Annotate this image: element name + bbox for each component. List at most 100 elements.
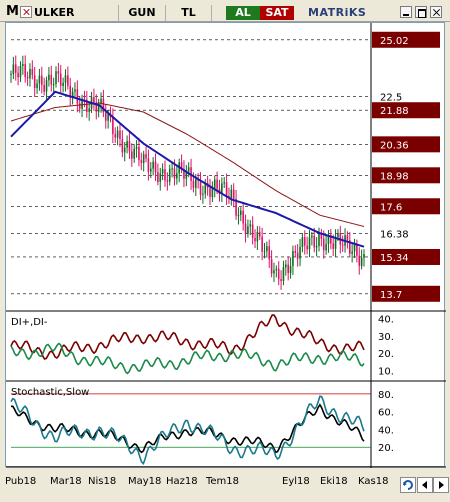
price-level-label: 13.7 xyxy=(380,290,402,301)
ma-long-line xyxy=(10,102,365,227)
candle-body xyxy=(149,168,152,172)
x-axis-label: May18 xyxy=(128,476,161,487)
candle-body xyxy=(311,235,313,238)
candle-body xyxy=(173,168,176,179)
candle-body xyxy=(275,268,278,271)
candle-body xyxy=(294,251,297,253)
candle-body xyxy=(332,243,335,249)
candle-body xyxy=(299,247,301,259)
scroll-left-icon[interactable] xyxy=(417,477,433,493)
x-axis-label: Tem18 xyxy=(205,476,239,487)
buy-button[interactable]: AL xyxy=(226,6,260,20)
di-axis-tick: 40. xyxy=(378,314,394,325)
candle-body xyxy=(62,82,64,86)
candle-body xyxy=(258,231,261,237)
candle-body xyxy=(121,138,124,153)
candle-body xyxy=(123,147,126,153)
chart-frame[interactable]: 25.02 22.5 21.88 20.36 18.98 17.6 16.38 15.34 13… xyxy=(5,22,446,468)
price-level-label: 22.5 xyxy=(380,92,402,103)
moving-average-lines xyxy=(10,90,365,248)
candle-body xyxy=(223,182,226,184)
candle-body xyxy=(211,188,214,198)
currency-selector[interactable]: TL xyxy=(166,5,212,21)
x-axis-label: Pub18 xyxy=(5,476,36,487)
di-axis: 40. 30. 20. 10. xyxy=(378,314,394,377)
candle-body xyxy=(273,270,275,274)
candle-body xyxy=(209,187,211,198)
price-axis: 25.02 22.5 21.88 20.36 18.98 17.6 16.38 15.34 13… xyxy=(372,31,440,302)
candle-body xyxy=(230,189,233,199)
x-axis-label: Nis18 xyxy=(88,476,116,487)
maximize-icon[interactable] xyxy=(415,6,427,18)
candle-body xyxy=(287,264,289,273)
candle-body xyxy=(289,266,292,273)
candle-body xyxy=(292,251,294,267)
di-lines xyxy=(10,314,365,375)
candle-body xyxy=(306,245,308,250)
close-icon[interactable] xyxy=(430,6,442,18)
brand-logo: MATRiKS xyxy=(308,6,367,19)
candle-body xyxy=(78,103,81,109)
candle-body xyxy=(138,146,140,161)
candle-body xyxy=(14,64,17,73)
stochastic-panel-title: Stochastic,Slow xyxy=(11,387,89,398)
candle-body xyxy=(119,130,121,139)
price-level-label: 25.02 xyxy=(380,36,409,47)
candle-body xyxy=(128,141,131,152)
candle-body xyxy=(19,65,22,78)
candle-body xyxy=(232,189,235,199)
candle-body xyxy=(22,64,24,66)
symbol-close-icon[interactable] xyxy=(20,6,32,18)
candle-body xyxy=(237,214,240,216)
scroll-right-icon[interactable] xyxy=(433,477,449,493)
candle-body xyxy=(93,97,95,103)
candle-body xyxy=(161,169,164,174)
candle-body xyxy=(55,71,57,85)
candle-body xyxy=(266,246,268,252)
candle-body xyxy=(318,233,320,246)
refresh-icon[interactable] xyxy=(400,477,416,493)
candle-body xyxy=(213,179,216,189)
chart-toolbar: M ULKER GUN TL AL SAT MATRiKS xyxy=(0,0,450,22)
candle-body xyxy=(114,134,117,138)
sell-button[interactable]: SAT xyxy=(260,6,294,20)
candle-body xyxy=(88,108,90,112)
candle-body xyxy=(64,75,67,83)
candle-body xyxy=(315,245,318,248)
candle-body xyxy=(187,167,190,172)
candle-body xyxy=(45,80,48,92)
candle-body xyxy=(240,210,242,215)
stochastic-axis: 80. 60. 40. 20. xyxy=(378,390,394,454)
candle-body xyxy=(216,179,218,189)
candle-body xyxy=(277,268,280,280)
candle-body xyxy=(341,244,344,246)
candle-body xyxy=(251,224,254,238)
candle-body xyxy=(10,73,12,75)
stochastic-lines xyxy=(10,393,371,466)
symbol-name[interactable]: ULKER xyxy=(34,5,94,21)
di-axis-tick: 30. xyxy=(378,332,394,343)
candle-body xyxy=(313,235,316,248)
candle-body xyxy=(247,226,249,234)
chart-canvas[interactable]: 25.02 22.5 21.88 20.36 18.98 17.6 16.38 15.34 13… xyxy=(6,23,446,468)
price-level-label: 21.88 xyxy=(380,106,409,117)
period-selector[interactable]: GUN xyxy=(118,5,166,21)
candle-body xyxy=(57,71,60,74)
minimize-icon[interactable] xyxy=(400,6,412,18)
candle-body xyxy=(145,154,147,159)
symbol-prefix[interactable]: M xyxy=(6,4,20,20)
candle-body xyxy=(157,172,159,182)
price-level-label: 17.6 xyxy=(380,202,402,213)
candle-body xyxy=(282,267,285,281)
stochastic-k-line xyxy=(10,395,365,466)
candle-body xyxy=(256,231,259,242)
candle-body xyxy=(26,77,29,79)
candle-body xyxy=(154,161,157,173)
candle-body xyxy=(351,251,353,254)
candle-body xyxy=(29,69,31,79)
candle-body xyxy=(107,113,109,121)
candle-body xyxy=(244,223,247,234)
di-panel-title: DI+,DI- xyxy=(11,317,48,328)
candle-body xyxy=(36,83,38,89)
candle-body xyxy=(270,259,273,274)
